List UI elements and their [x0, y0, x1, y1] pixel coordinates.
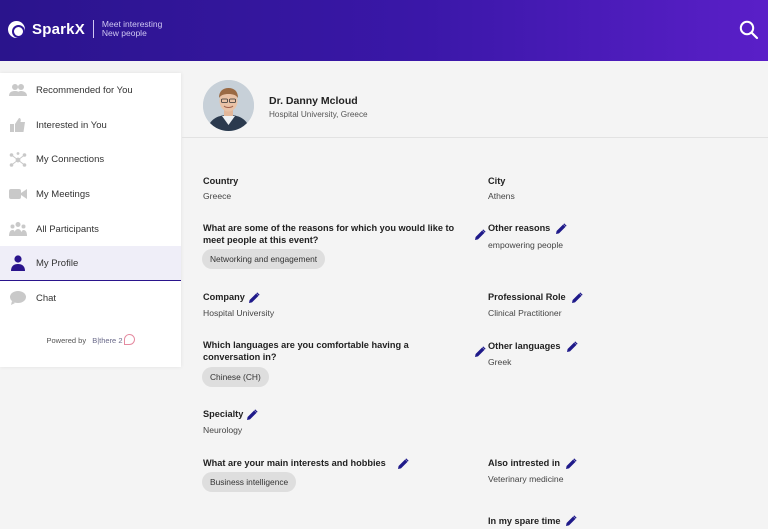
profile-photo-icon	[203, 80, 254, 131]
edit-pencil-icon[interactable]	[565, 458, 577, 470]
profile-divider	[182, 137, 768, 138]
other-languages-label: Other languages	[488, 341, 561, 351]
search-button[interactable]	[738, 19, 760, 41]
search-icon	[739, 20, 759, 40]
city-label: City	[488, 176, 506, 186]
brand-tagline: Meet interesting New people	[102, 20, 162, 38]
edit-pencil-icon[interactable]	[474, 346, 486, 358]
edit-pencil-icon[interactable]	[248, 292, 260, 304]
sidebar-item-label: Recommended for You	[36, 84, 133, 96]
sidebar-item-label: Interested in You	[36, 119, 107, 131]
profile-name: Dr. Danny Mcloud	[269, 95, 358, 107]
sidebar-item-label: My Meetings	[36, 188, 90, 200]
network-icon	[9, 151, 27, 169]
people-icon	[9, 81, 27, 99]
specialty-value: Neurology	[203, 425, 243, 435]
sidebar-item-interested[interactable]: Interested in You	[0, 108, 181, 143]
edit-pencil-icon[interactable]	[571, 292, 583, 304]
powered-by: Powered by B|there 2	[0, 334, 181, 345]
city-value: Athens	[488, 191, 515, 201]
reasons-label-line-1: What are some of the reasons for which y…	[203, 223, 455, 233]
country-label: Country	[203, 176, 239, 186]
other-languages-value: Greek	[488, 357, 512, 367]
sidebar-item-connections[interactable]: My Connections	[0, 142, 181, 177]
sparkx-logo-icon	[8, 20, 25, 38]
thumbs-up-icon	[9, 116, 27, 134]
sidebar-item-my-profile[interactable]: My Profile	[0, 246, 181, 282]
sidebar-item-label: All Participants	[36, 223, 99, 235]
edit-pencil-icon[interactable]	[397, 458, 409, 470]
languages-label-line-2: conversation in?	[203, 352, 277, 362]
logo-divider	[92, 20, 94, 38]
interests-chip: Business intelligence	[202, 472, 297, 492]
chat-bubble-icon	[9, 289, 27, 307]
interests-label: What are your main interests and hobbies	[203, 458, 386, 468]
also-interested-label: Also intrested in	[488, 458, 560, 468]
powered-by-brand: B|there 2	[92, 336, 123, 345]
sidebar-item-label: Chat	[36, 292, 57, 304]
sidebar-item-meetings[interactable]: My Meetings	[0, 177, 181, 212]
spare-time-label: In my spare time	[488, 516, 561, 526]
languages-label-line-1: Which languages are you comfortable havi…	[203, 340, 409, 350]
top-header: SparkX Meet interesting New people	[0, 0, 768, 61]
avatar	[203, 80, 254, 131]
edit-pencil-icon[interactable]	[566, 341, 578, 353]
sidebar-item-participants[interactable]: All Participants	[0, 212, 181, 247]
other-reasons-label: Other reasons	[488, 223, 551, 233]
also-interested-value: Veterinary medicine	[488, 474, 564, 484]
brand-name: SparkX	[32, 20, 85, 38]
profile-affiliation: Hospital University, Greece	[269, 110, 368, 119]
edit-pencil-icon[interactable]	[565, 515, 577, 527]
edit-pencil-icon[interactable]	[246, 409, 258, 421]
other-reasons-value: empowering people	[488, 240, 564, 250]
company-label: Company	[203, 292, 245, 302]
bthere2-logo-icon	[123, 334, 135, 345]
brand-logo[interactable]: SparkX Meet interesting New people	[8, 20, 162, 38]
edit-pencil-icon[interactable]	[555, 223, 567, 235]
company-value: Hospital University	[203, 308, 275, 318]
edit-pencil-icon[interactable]	[474, 229, 486, 241]
languages-chip: Chinese (CH)	[202, 367, 269, 387]
video-camera-icon	[9, 185, 27, 203]
tagline-line-2: New people	[101, 28, 147, 38]
sidebar-nav: Recommended for You Interested in You My…	[0, 73, 181, 367]
sidebar-item-label: My Profile	[36, 257, 79, 269]
reasons-label-line-2: meet people at this event?	[203, 235, 319, 245]
sidebar-item-chat[interactable]: Chat	[0, 281, 181, 316]
reasons-chip: Networking and engagement	[202, 249, 326, 269]
professional-role-value: Clinical Practitioner	[488, 308, 562, 318]
person-icon	[9, 254, 27, 272]
group-icon	[9, 220, 27, 238]
country-value: Greece	[203, 191, 232, 201]
sidebar-item-recommended[interactable]: Recommended for You	[0, 73, 181, 108]
sidebar-item-label: My Connections	[36, 154, 105, 166]
powered-by-label: Powered by	[46, 336, 87, 345]
specialty-label: Specialty	[203, 409, 244, 419]
professional-role-label: Professional Role	[488, 292, 566, 302]
